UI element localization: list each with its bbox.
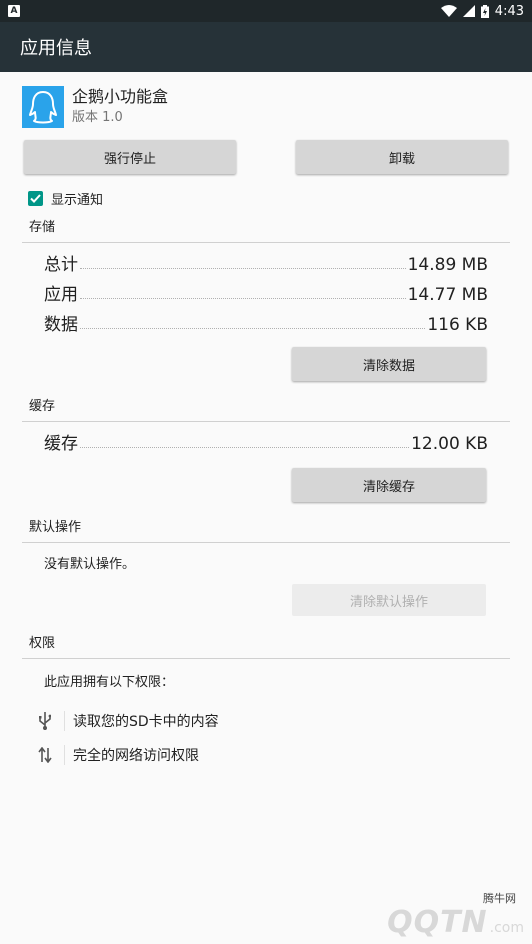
row-label: 应用 [44, 285, 78, 305]
watermark-logo: 腾牛网 QQTN .com [387, 892, 524, 940]
separator [64, 711, 65, 731]
row-value: 116 KB [427, 315, 488, 335]
storage-app-row: 应用 14.77 MB [0, 275, 532, 305]
row-value: 14.77 MB [407, 285, 488, 305]
permissions-section-title: 权限 [29, 636, 56, 651]
wifi-icon [440, 5, 457, 17]
signal-icon [462, 5, 475, 17]
app-header: 企鹅小功能盒 版本 1.0 [0, 72, 532, 134]
storage-total-row: 总计 14.89 MB [0, 245, 532, 275]
watermark-small-text: 腾牛网 [483, 892, 516, 905]
row-label: 缓存 [44, 434, 78, 454]
cache-row: 缓存 12.00 KB [0, 424, 532, 454]
clear-defaults-button: 清除默认操作 [292, 584, 486, 616]
uninstall-button[interactable]: 卸载 [296, 140, 508, 174]
dotted-leader [80, 268, 406, 269]
defaults-section-title: 默认操作 [29, 520, 82, 535]
network-arrows-icon [36, 747, 54, 763]
row-label: 数据 [44, 315, 78, 335]
separator [64, 745, 65, 765]
storage-data-row: 数据 116 KB [0, 305, 532, 335]
app-bar: 应用信息 [0, 22, 532, 72]
dotted-leader [80, 328, 426, 329]
penguin-icon [22, 86, 64, 128]
permission-item[interactable]: 读取您的SD卡中的内容 [0, 704, 532, 738]
app-version: 版本 1.0 [72, 109, 123, 125]
permission-label: 读取您的SD卡中的内容 [73, 714, 219, 730]
divider [22, 658, 510, 659]
watermark-suffix: .com [489, 920, 524, 936]
show-notifications-toggle[interactable]: 显示通知 [0, 176, 532, 220]
status-bar: A 4:43 [0, 0, 532, 22]
app-name: 企鹅小功能盒 [72, 86, 169, 106]
checkbox-checked-icon[interactable] [28, 190, 43, 206]
cache-section-title: 缓存 [29, 399, 56, 414]
notification-icon: A [8, 5, 20, 17]
status-time: 4:43 [494, 3, 524, 19]
row-label: 总计 [44, 255, 78, 275]
storage-section-title: 存储 [29, 220, 56, 235]
dotted-leader [80, 298, 406, 299]
usb-icon [36, 712, 54, 730]
clear-data-button[interactable]: 清除数据 [292, 347, 486, 381]
battery-icon [480, 4, 489, 18]
show-notifications-label: 显示通知 [51, 192, 104, 208]
permission-item[interactable]: 完全的网络访问权限 [0, 738, 532, 772]
clear-cache-button[interactable]: 清除缓存 [292, 468, 486, 502]
divider [22, 242, 510, 243]
row-value: 12.00 KB [411, 434, 488, 454]
permissions-intro: 此应用拥有以下权限： [44, 675, 175, 690]
page-title: 应用信息 [20, 38, 92, 59]
divider [22, 421, 510, 422]
force-stop-button[interactable]: 强行停止 [24, 140, 236, 174]
dotted-leader [80, 447, 410, 448]
no-defaults-text: 没有默认操作。 [44, 557, 136, 572]
permission-label: 完全的网络访问权限 [73, 748, 199, 764]
watermark-big-text: QQTN [387, 905, 488, 940]
row-value: 14.89 MB [407, 255, 488, 275]
divider [22, 542, 510, 543]
